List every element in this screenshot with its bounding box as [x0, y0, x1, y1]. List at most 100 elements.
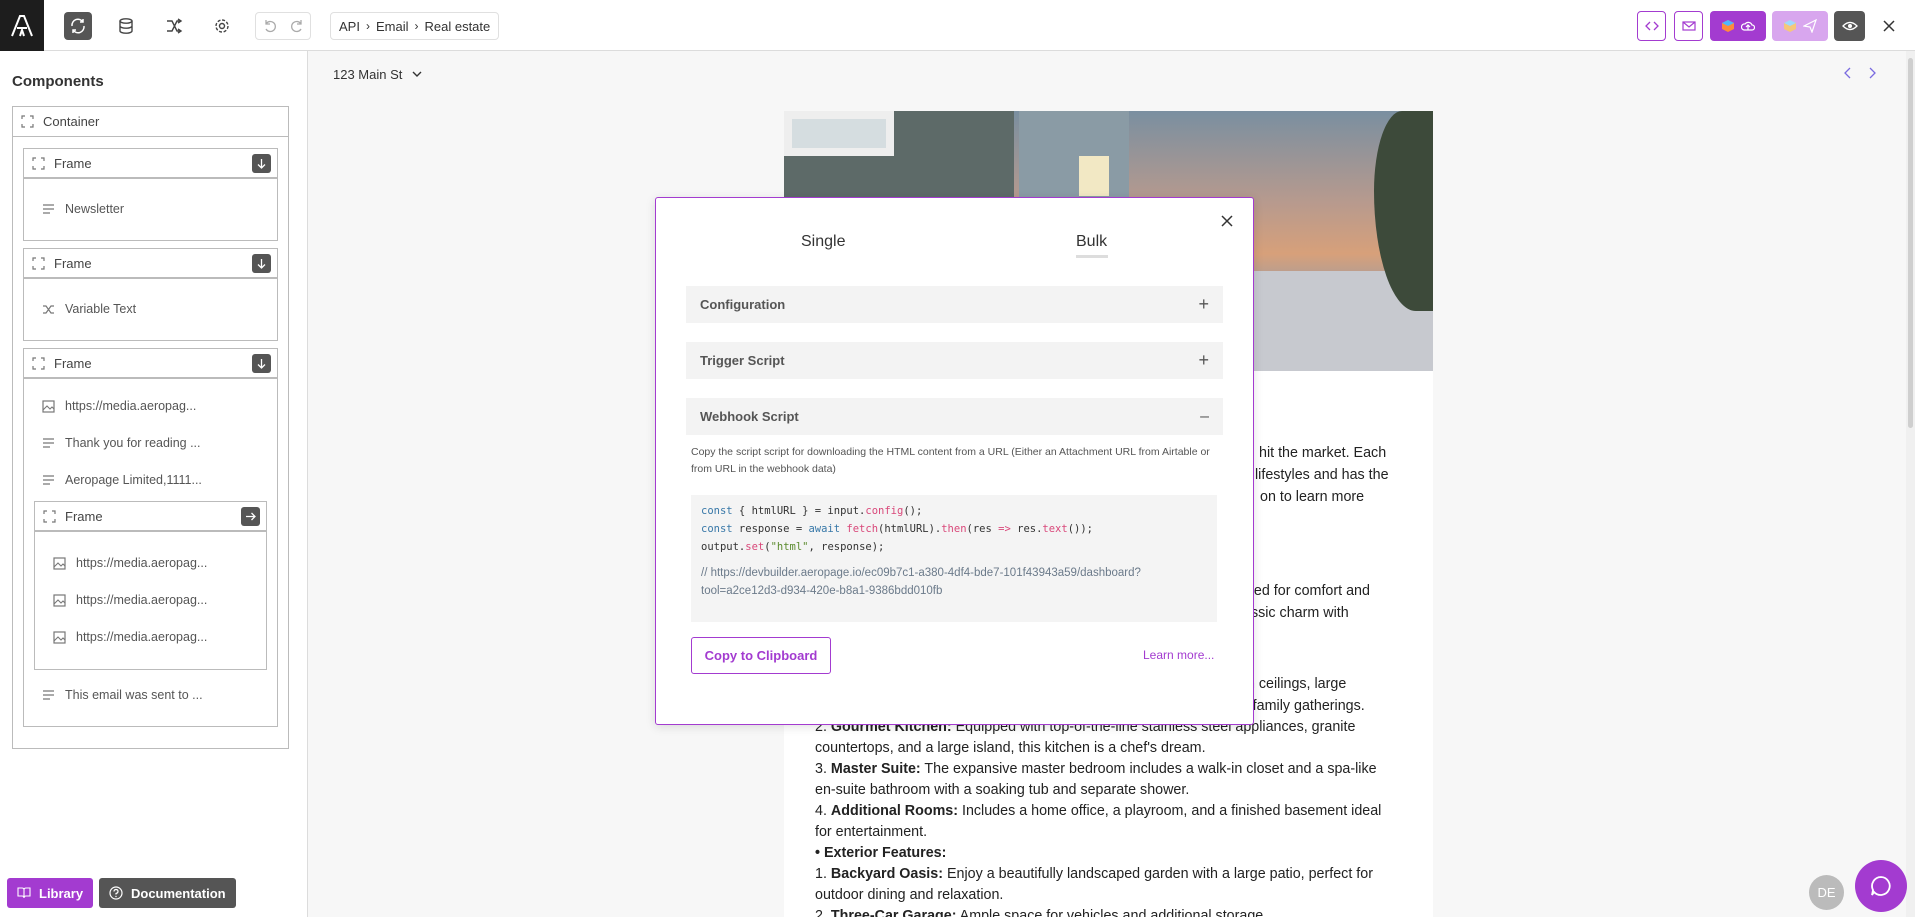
- node-label: Frame: [54, 255, 92, 271]
- avatar[interactable]: DE: [1809, 875, 1844, 910]
- text-lines-icon: [42, 436, 56, 450]
- close-icon: [1883, 20, 1895, 32]
- tree-item-text[interactable]: This email was sent to ...: [42, 688, 203, 702]
- frame-icon: [43, 509, 57, 523]
- section-configuration[interactable]: Configuration +: [686, 286, 1223, 323]
- tree-item-image[interactable]: https://media.aeropag...: [53, 630, 207, 644]
- code-button[interactable]: [1637, 11, 1666, 41]
- email-feature-line: outdoor dining and relaxation.: [815, 887, 1004, 903]
- tree-item-text[interactable]: Newsletter: [42, 202, 124, 216]
- section-webhook-script[interactable]: Webhook Script –: [686, 398, 1223, 435]
- tree-item-variable-text[interactable]: Variable Text: [42, 302, 136, 316]
- cube-icon: [1784, 20, 1796, 32]
- chevron-down-icon: [412, 71, 422, 77]
- scrollbar-thumb[interactable]: [1908, 58, 1913, 428]
- email-feature-line: en-suite bathroom with a soaking tub and…: [815, 782, 1190, 798]
- chevron-right-icon: ›: [365, 19, 370, 33]
- email-feature-line: • Exterior Features:: [815, 845, 947, 861]
- section-trigger-script[interactable]: Trigger Script +: [686, 342, 1223, 379]
- email-feature-line: 4. Additional Rooms: Includes a home off…: [815, 803, 1382, 819]
- image-icon: [53, 630, 67, 644]
- arrow-down-icon[interactable]: [252, 253, 271, 273]
- address-select[interactable]: 123 Main St: [333, 67, 422, 82]
- app-logo[interactable]: [0, 0, 44, 51]
- refresh-button[interactable]: [64, 12, 92, 40]
- tab-single[interactable]: Single: [801, 233, 845, 251]
- frame-icon: [32, 256, 46, 270]
- tree-node-frame[interactable]: Frame: [23, 348, 278, 378]
- close-app-button[interactable]: [1876, 11, 1902, 41]
- refresh-icon: [71, 18, 85, 34]
- text-lines-icon: [42, 688, 56, 702]
- close-icon[interactable]: [1219, 213, 1235, 229]
- plus-icon: +: [1198, 350, 1209, 370]
- tree-node-frame-nested[interactable]: Frame: [34, 501, 267, 531]
- book-icon: [17, 887, 31, 899]
- email-text-line: on to learn more: [1260, 489, 1365, 505]
- tree-node-frame[interactable]: Frame: [23, 148, 278, 178]
- top-toolbar: API › Email › Real estate: [0, 0, 1915, 51]
- undo-icon[interactable]: [262, 18, 278, 34]
- mail-icon: [1681, 21, 1696, 31]
- node-label: Frame: [54, 155, 92, 171]
- copy-to-clipboard-button[interactable]: Copy to Clipboard: [691, 637, 831, 674]
- email-text-line: or family gatherings.: [1236, 698, 1365, 714]
- publish-button[interactable]: [1710, 11, 1766, 41]
- tree-item-text[interactable]: Aeropage Limited,1111...: [42, 473, 202, 487]
- shuffle-button[interactable]: [160, 12, 188, 40]
- code-block[interactable]: const { htmlURL } = input.config(); cons…: [691, 495, 1217, 622]
- minus-icon: –: [1200, 407, 1209, 425]
- breadcrumb-item-email[interactable]: Email: [376, 19, 409, 34]
- arrow-right-icon[interactable]: [241, 506, 260, 526]
- image-icon: [53, 593, 67, 607]
- chevron-left-icon[interactable]: [1843, 67, 1851, 79]
- chat-button[interactable]: [1855, 860, 1907, 912]
- code-comment: // https://devbuilder.aeropage.io/ec09b7…: [701, 567, 1141, 597]
- email-text-line: assic charm with: [1243, 605, 1349, 621]
- tree-node-frame[interactable]: Frame: [23, 248, 278, 278]
- library-button[interactable]: Library: [7, 878, 94, 908]
- node-label: Frame: [54, 355, 92, 371]
- email-text-line: hit the market. Each: [1259, 445, 1387, 461]
- image-icon: [53, 556, 67, 570]
- arrow-down-icon[interactable]: [252, 353, 271, 373]
- learn-more-link[interactable]: Learn more...: [1143, 648, 1214, 662]
- redo-icon[interactable]: [289, 18, 305, 34]
- email-feature-line: 1. Backyard Oasis: Enjoy a beautifully l…: [815, 866, 1373, 882]
- database-button[interactable]: [112, 12, 140, 40]
- email-text-line: gned for comfort and: [1238, 583, 1370, 599]
- chevron-right-icon[interactable]: [1869, 67, 1877, 79]
- preview-button[interactable]: [1834, 11, 1865, 41]
- tree-item-image[interactable]: https://media.aeropag...: [53, 593, 207, 607]
- mail-button[interactable]: [1674, 11, 1703, 41]
- tree-item-image[interactable]: https://media.aeropag...: [53, 556, 207, 570]
- arrow-down-icon[interactable]: [252, 153, 271, 173]
- send-button[interactable]: [1772, 11, 1828, 41]
- frame-icon: [32, 156, 46, 170]
- cube-icon: [1722, 20, 1734, 32]
- cloud-upload-icon: [1741, 21, 1755, 31]
- record-nav: [1843, 67, 1877, 79]
- email-text-line: lifestyles and has the: [1255, 467, 1389, 483]
- components-sidebar: Components Container Frame Newsletter Fr…: [0, 51, 308, 917]
- chat-bubble-icon: [1871, 876, 1891, 896]
- shuffle-icon: [167, 18, 183, 34]
- gear-icon: [215, 19, 229, 33]
- documentation-button[interactable]: Documentation: [99, 878, 236, 908]
- settings-button[interactable]: [208, 12, 236, 40]
- tab-bulk[interactable]: Bulk: [1076, 233, 1107, 251]
- tree-node-container[interactable]: Container: [12, 106, 289, 137]
- chevron-right-icon: ›: [414, 19, 419, 33]
- tree-item-text[interactable]: Thank you for reading ...: [42, 436, 201, 450]
- breadcrumb-item-api[interactable]: API: [339, 19, 360, 34]
- plus-icon: +: [1198, 294, 1209, 314]
- help-icon: [109, 886, 123, 900]
- logo-icon: [11, 14, 33, 36]
- email-feature-line: countertops, and a large island, this ki…: [815, 740, 1206, 756]
- tree-item-image[interactable]: https://media.aeropag...: [42, 399, 196, 413]
- email-text-line: gh ceilings, large: [1239, 676, 1347, 692]
- breadcrumb-item-real-estate[interactable]: Real estate: [424, 19, 490, 34]
- node-label: Frame: [65, 508, 103, 524]
- shuffle-icon: [42, 302, 56, 316]
- eye-icon: [1841, 21, 1858, 31]
